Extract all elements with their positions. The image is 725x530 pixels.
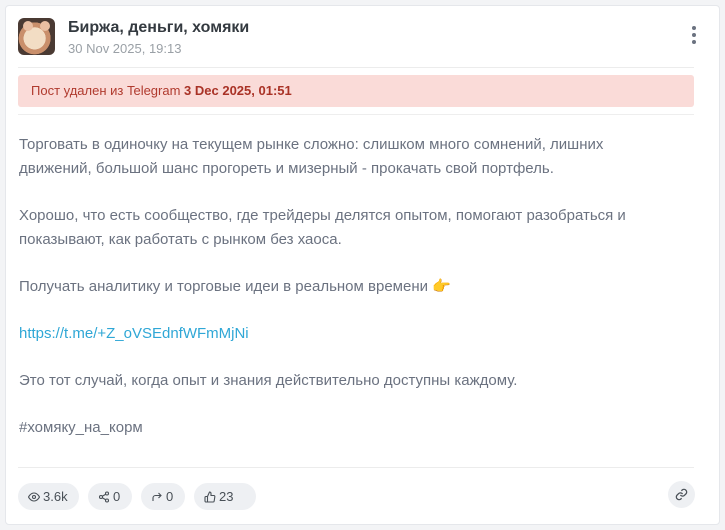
forwards-counter[interactable]: 0 [141,483,185,510]
channel-title[interactable]: Биржа, деньги, хомяки [68,19,249,37]
reactions-count: 23 [219,489,234,504]
views-counter[interactable]: 3.6k [18,483,79,510]
deleted-notice-date: 3 Dec 2025, 01:51 [184,83,292,98]
deleted-notice: Пост удален из Telegram 3 Dec 2025, 01:5… [18,75,694,107]
header-divider [18,67,694,68]
post-header: Биржа, деньги, хомяки 30 Nov 2025, 19:13 [18,18,707,63]
cta-text: Получать аналитику и торговые идеи в реа… [19,278,428,295]
banner-divider [18,114,694,115]
footer-divider [18,467,694,468]
views-count: 3.6k [43,489,68,504]
hashtag[interactable]: #хомяку_на_корм [19,416,679,440]
post-paragraph: Это тот случай, когда опыт и знания дейс… [19,372,518,389]
copy-link-button[interactable] [668,481,695,508]
channel-avatar[interactable] [18,18,55,55]
reactions-counter[interactable]: 23 [194,483,256,510]
shares-counter[interactable]: 0 [88,483,132,510]
post-card: Биржа, деньги, хомяки 30 Nov 2025, 19:13… [5,5,720,525]
forwards-count: 0 [166,489,174,504]
invite-link[interactable]: https://t.me/+Z_oVSEdnfWFmMjNi [19,325,249,342]
thumbs-up-icon [204,491,216,503]
shares-count: 0 [113,489,121,504]
post-paragraph: Хорошо, что есть сообщество, где трейдер… [19,207,626,248]
post-date: 30 Nov 2025, 19:13 [68,41,182,56]
eye-icon [27,492,41,502]
link-icon [675,488,688,501]
post-paragraph: Торговать в одиночку на текущем рынке сл… [19,136,604,177]
share-icon [98,491,110,503]
post-content: Торговать в одиночку на текущем рынке сл… [19,133,679,463]
more-vertical-icon[interactable] [689,26,699,48]
post-paragraph-cta: Получать аналитику и торговые идеи в реа… [19,275,679,299]
forward-icon [152,492,162,501]
deleted-notice-text: Пост удален из Telegram [31,83,185,98]
pointing-hand-icon: 👉 [432,278,451,295]
